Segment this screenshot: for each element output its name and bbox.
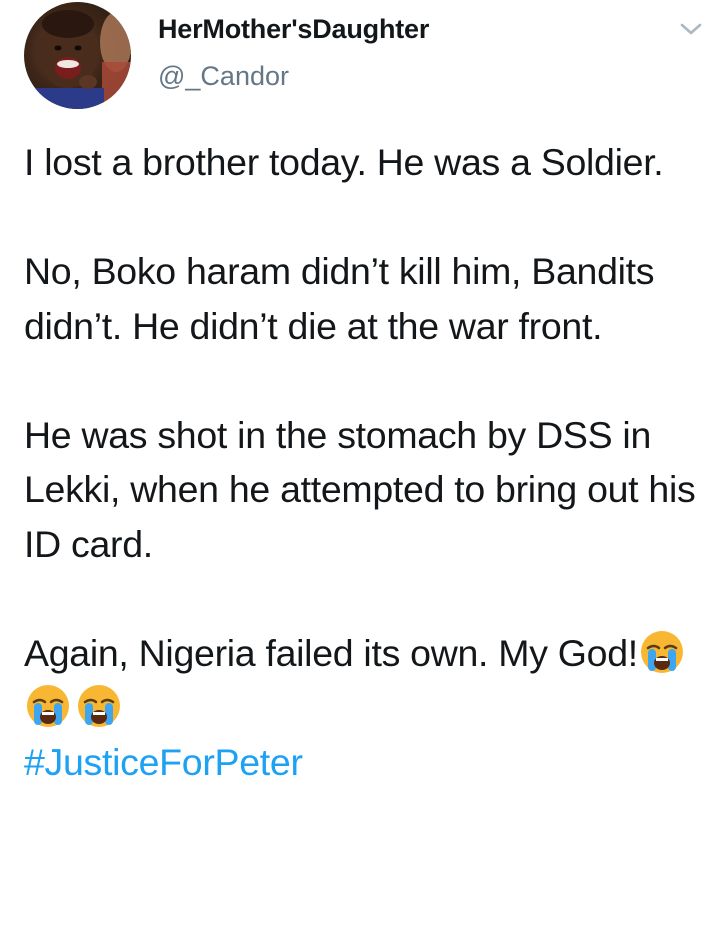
display-name[interactable]: HerMother'sDaughter [158, 12, 429, 46]
loudly-crying-face-icon [75, 682, 123, 730]
tweet-header: HerMother'sDaughter @_Candor [24, 2, 704, 112]
loudly-crying-face-icon [638, 628, 686, 676]
tweet-paragraph-text: Again, Nigeria failed its own. My God! [24, 631, 638, 674]
tweet-paragraph: No, Boko haram didn’t kill him, Bandits … [24, 250, 655, 347]
user-names: HerMother'sDaughter @_Candor [158, 12, 429, 93]
hashtag-link[interactable]: #JusticeForPeter [24, 741, 303, 783]
user-avatar[interactable] [24, 2, 131, 109]
user-handle[interactable]: @_Candor [158, 59, 429, 93]
tweet-paragraph: He was shot in the stomach by DSS in Lek… [24, 413, 696, 565]
tweet-text: I lost a brother today. He was a Soldier… [24, 135, 700, 789]
child-avatar-icon [34, 10, 131, 109]
loudly-crying-face-icon [24, 682, 72, 730]
tweet-paragraph: I lost a brother today. He was a Soldier… [24, 141, 664, 183]
tweet-menu-button[interactable] [678, 18, 704, 40]
tweet-paragraph-last: Again, Nigeria failed its own. My God! #… [24, 626, 700, 790]
chevron-down-icon [680, 23, 702, 35]
